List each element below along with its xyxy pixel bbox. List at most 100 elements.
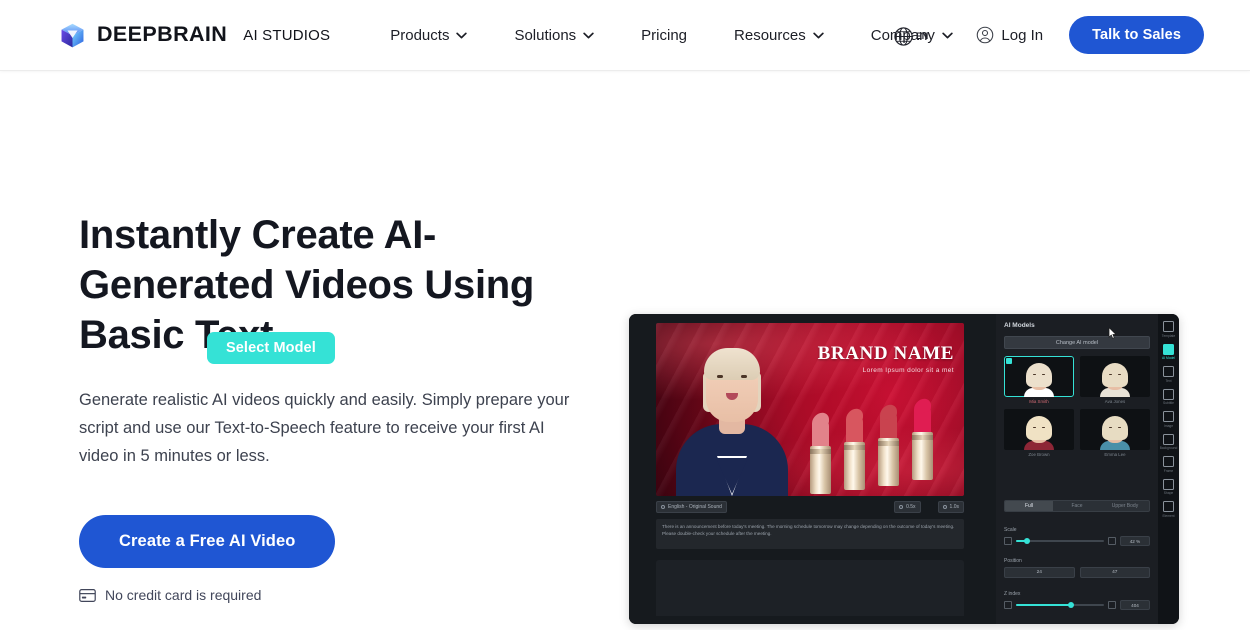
brand-suffix: AI STUDIOS — [243, 26, 331, 44]
speed-chip-label: 0.5x — [906, 503, 916, 510]
lipstick-product-group — [808, 396, 958, 496]
subtitle-icon — [1163, 388, 1174, 400]
lock-icon[interactable] — [1004, 537, 1012, 545]
speed-chip[interactable]: 0.5x — [894, 500, 921, 513]
position-control: Position 24 47 — [1004, 558, 1150, 578]
template-icon — [1163, 321, 1174, 332]
header-actions: Log In Talk to Sales — [976, 16, 1204, 54]
language-code: EN — [916, 31, 929, 41]
inspector-title: AI Models — [1004, 322, 1035, 329]
nav-item-resources[interactable]: Resources — [734, 19, 824, 52]
nav-label: Pricing — [641, 26, 688, 44]
canvas-toolbar: English - Original Sound 0.5x 1.0s — [656, 500, 964, 513]
app-preview-panel: BRAND NAME Lorem Ipsum dolor sit a met E… — [629, 314, 1179, 624]
tab-full[interactable]: Full — [1005, 501, 1053, 511]
main-navigation: Products Solutions Pricing Resources Com… — [390, 19, 953, 52]
rail-item-shape[interactable]: Shape — [1158, 478, 1179, 497]
scale-label: Scale — [1004, 527, 1017, 533]
ai-presenter-avatar — [668, 330, 796, 496]
model-card-0[interactable]: Mia Smith — [1004, 356, 1074, 404]
ai-model-icon — [1163, 343, 1174, 355]
rail-label: Template — [1161, 333, 1176, 338]
rail-item-image[interactable]: Image — [1158, 410, 1179, 429]
text-icon — [1163, 366, 1174, 377]
rail-item-ai-model[interactable]: AI Model — [1158, 343, 1179, 362]
model-thumbnail — [1080, 409, 1150, 450]
model-grid: Mia Smith Ava Jones Zoe Brown Emma Lee — [1004, 356, 1150, 457]
mouse-cursor-icon — [1108, 327, 1117, 339]
nav-label: Products — [390, 26, 450, 44]
duration-chip-label: 1.0s — [949, 503, 959, 510]
tab-upper-body[interactable]: Upper Body — [1101, 501, 1149, 511]
model-card-2[interactable]: Zoe Brown — [1004, 409, 1074, 457]
create-free-ai-video-button[interactable]: Create a Free AI Video — [79, 515, 336, 568]
script-editor[interactable]: There is an announcement before today's … — [656, 519, 964, 549]
selected-check-icon — [1006, 358, 1012, 364]
model-label: Emma Lee — [1104, 452, 1126, 457]
model-card-3[interactable]: Emma Lee — [1080, 409, 1150, 457]
position-y[interactable]: 47 — [1079, 567, 1150, 578]
tab-face[interactable]: Face — [1053, 501, 1101, 511]
background-icon — [1163, 433, 1174, 445]
nav-item-products[interactable]: Products — [390, 19, 468, 52]
change-ai-model-button[interactable]: Change AI model — [1004, 336, 1150, 349]
rail-item-frame[interactable]: Frame — [1158, 455, 1179, 474]
language-chip[interactable]: English - Original Sound — [656, 500, 727, 513]
login-button[interactable]: Log In — [976, 26, 1043, 44]
language-selector[interactable]: EN — [893, 26, 928, 47]
chevron-down-icon — [583, 32, 594, 38]
rail-label: Background — [1159, 446, 1178, 450]
scale-value[interactable]: 42 % — [1120, 536, 1150, 546]
model-thumbnail — [1004, 409, 1074, 450]
scale-control: Scale 42 % — [1004, 527, 1150, 546]
position-x[interactable]: 24 — [1004, 567, 1075, 578]
order-icon[interactable] — [1108, 601, 1116, 609]
rail-item-background[interactable]: Background — [1158, 433, 1179, 452]
duration-chip[interactable]: 1.0s — [937, 500, 964, 513]
select-model-button[interactable]: Select Model — [207, 332, 335, 364]
rail-label: Text — [1165, 378, 1172, 383]
crop-mode-tabs: Full Face Upper Body — [1004, 500, 1150, 512]
rail-label: Shape — [1163, 491, 1174, 495]
model-label: Zoe Brown — [1028, 452, 1050, 457]
rail-label: Subtitle — [1163, 401, 1174, 405]
chevron-down-icon — [456, 32, 468, 38]
nav-item-pricing[interactable]: Pricing — [641, 19, 687, 52]
model-thumbnail — [1004, 356, 1074, 397]
rail-label: Element — [1162, 513, 1175, 518]
zindex-label: Z index — [1004, 591, 1021, 597]
nav-item-solutions[interactable]: Solutions — [514, 19, 594, 52]
chevron-down-icon — [813, 32, 824, 38]
timer-icon — [942, 504, 947, 509]
rail-item-text[interactable]: Text — [1158, 365, 1179, 384]
tool-rail: Template AI Model Text Subtitle Image Ba… — [1158, 314, 1179, 624]
model-thumbnail — [1080, 356, 1150, 397]
globe-icon — [894, 27, 913, 46]
layers-icon[interactable] — [1004, 601, 1012, 609]
rail-item-subtitle[interactable]: Subtitle — [1158, 388, 1179, 407]
video-canvas[interactable]: BRAND NAME Lorem Ipsum dolor sit a met — [656, 323, 964, 496]
cube-logo-icon — [61, 23, 84, 47]
zindex-value[interactable]: 404 — [1120, 600, 1150, 610]
brand-name: DEEPBRAIN — [97, 22, 228, 47]
rail-item-element[interactable]: Element — [1158, 500, 1179, 519]
language-chip-label: English - Original Sound — [668, 503, 722, 510]
login-label: Log In — [1001, 26, 1044, 44]
clock-icon — [899, 504, 904, 509]
no-credit-card-note: No credit card is required — [79, 587, 600, 603]
position-label: Position — [1004, 558, 1022, 564]
script-text: There is an announcement before today's … — [662, 524, 955, 536]
rail-item-template[interactable]: Template — [1158, 320, 1179, 339]
talk-to-sales-button[interactable]: Talk to Sales — [1069, 16, 1204, 54]
site-header: DEEPBRAIN AI STUDIOS Products Solutions … — [0, 0, 1250, 71]
nav-label: Resources — [734, 26, 806, 44]
brand-logo[interactable]: DEEPBRAIN AI STUDIOS — [59, 22, 330, 49]
zindex-slider[interactable] — [1016, 601, 1104, 609]
chevron-down-icon — [942, 32, 953, 38]
model-card-1[interactable]: Ava Jones — [1080, 356, 1150, 404]
scale-slider[interactable] — [1016, 537, 1104, 545]
reset-icon[interactable] — [1108, 537, 1116, 545]
scene-timeline-tray[interactable] — [656, 560, 964, 616]
hero-section: Instantly Create AI-Generated Videos Usi… — [0, 71, 1250, 630]
model-label: Mia Smith — [1029, 399, 1049, 404]
